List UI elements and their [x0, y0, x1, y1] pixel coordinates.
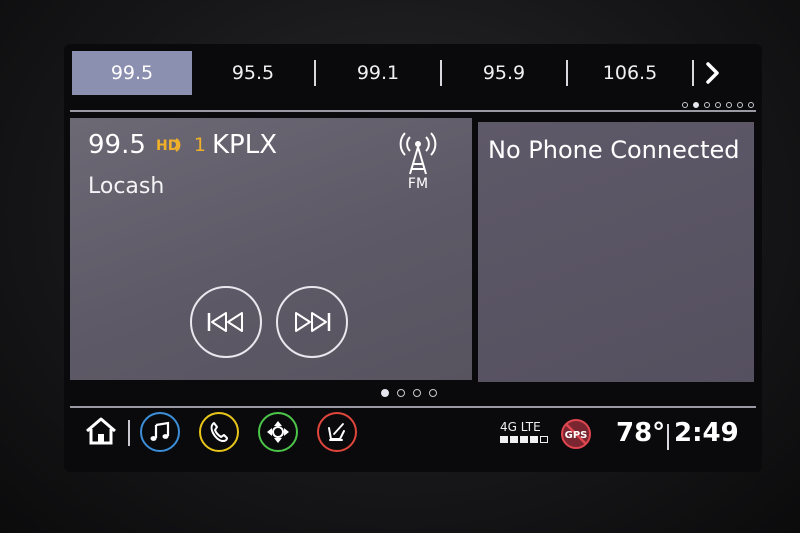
preset-5[interactable]: 106.5 — [568, 51, 692, 95]
outside-temperature: 78° — [616, 418, 666, 448]
seek-forward-button[interactable] — [276, 286, 348, 358]
climate-app-button[interactable] — [317, 412, 357, 452]
seat-icon — [328, 423, 345, 441]
preset-page-dot[interactable] — [737, 102, 743, 108]
preset-page-dot[interactable] — [693, 102, 699, 108]
bottom-bar: 4G LTE GPS 78° 2:49 — [64, 406, 762, 472]
home-page-dot[interactable] — [413, 389, 421, 397]
hd-channel: 1 — [193, 134, 206, 156]
clock[interactable]: 2:49 — [674, 418, 739, 448]
music-icon — [150, 421, 170, 441]
hd-radio-icon: HD — [156, 136, 182, 154]
nav-icon — [267, 421, 289, 443]
radio-panel[interactable]: 99.5 HD 1 KPLX Locash FM — [70, 118, 472, 380]
preset-page-dot[interactable] — [726, 102, 732, 108]
gps-label: GPS — [565, 430, 588, 441]
svg-text:HD: HD — [156, 138, 179, 154]
home-page-indicator — [381, 389, 437, 397]
seek-forward-icon — [295, 312, 331, 332]
preset-underline — [70, 110, 756, 112]
phone-app-button[interactable] — [199, 412, 239, 452]
station-info: 99.5 HD 1 KPLX — [88, 130, 277, 160]
antenna-icon: FM — [396, 132, 440, 194]
phone-status-message: No Phone Connected — [488, 136, 740, 164]
preset-3[interactable]: 99.1 — [316, 51, 440, 95]
home-page-dot[interactable] — [381, 389, 389, 397]
bar-divider — [128, 420, 130, 446]
network-status: 4G LTE — [500, 420, 541, 434]
presets-next-button[interactable] — [694, 51, 732, 95]
preset-bar: 99.5 95.5 99.1 95.9 106.5 — [72, 50, 752, 96]
gps-unavailable-icon: GPS — [560, 418, 592, 450]
station-frequency: 99.5 — [88, 130, 146, 160]
preset-page-dot[interactable] — [704, 102, 710, 108]
station-call-sign: KPLX — [211, 130, 278, 160]
preset-4[interactable]: 95.9 — [442, 51, 566, 95]
chevron-right-icon — [706, 62, 719, 84]
phone-panel[interactable]: No Phone Connected — [478, 122, 754, 382]
home-button[interactable] — [84, 416, 118, 450]
preset-page-indicator — [682, 102, 754, 108]
preset-2[interactable]: 95.5 — [192, 51, 314, 95]
preset-page-dot[interactable] — [748, 102, 754, 108]
home-page-dot[interactable] — [429, 389, 437, 397]
seek-back-icon — [207, 312, 243, 332]
seek-back-button[interactable] — [190, 286, 262, 358]
clock-divider — [667, 424, 669, 450]
audio-app-button[interactable] — [140, 412, 180, 452]
preset-page-dot[interactable] — [715, 102, 721, 108]
preset-page-dot[interactable] — [682, 102, 688, 108]
signal-strength-icon — [500, 436, 548, 443]
home-page-dot[interactable] — [397, 389, 405, 397]
navigation-app-button[interactable] — [258, 412, 298, 452]
artist-name: Locash — [88, 174, 165, 199]
infotainment-screen: 99.5 95.5 99.1 95.9 106.5 99.5 HD 1 KPLX… — [64, 44, 762, 472]
home-icon — [86, 417, 116, 445]
preset-1[interactable]: 99.5 — [72, 51, 192, 95]
band-label: FM — [407, 176, 429, 192]
phone-icon — [210, 422, 228, 442]
